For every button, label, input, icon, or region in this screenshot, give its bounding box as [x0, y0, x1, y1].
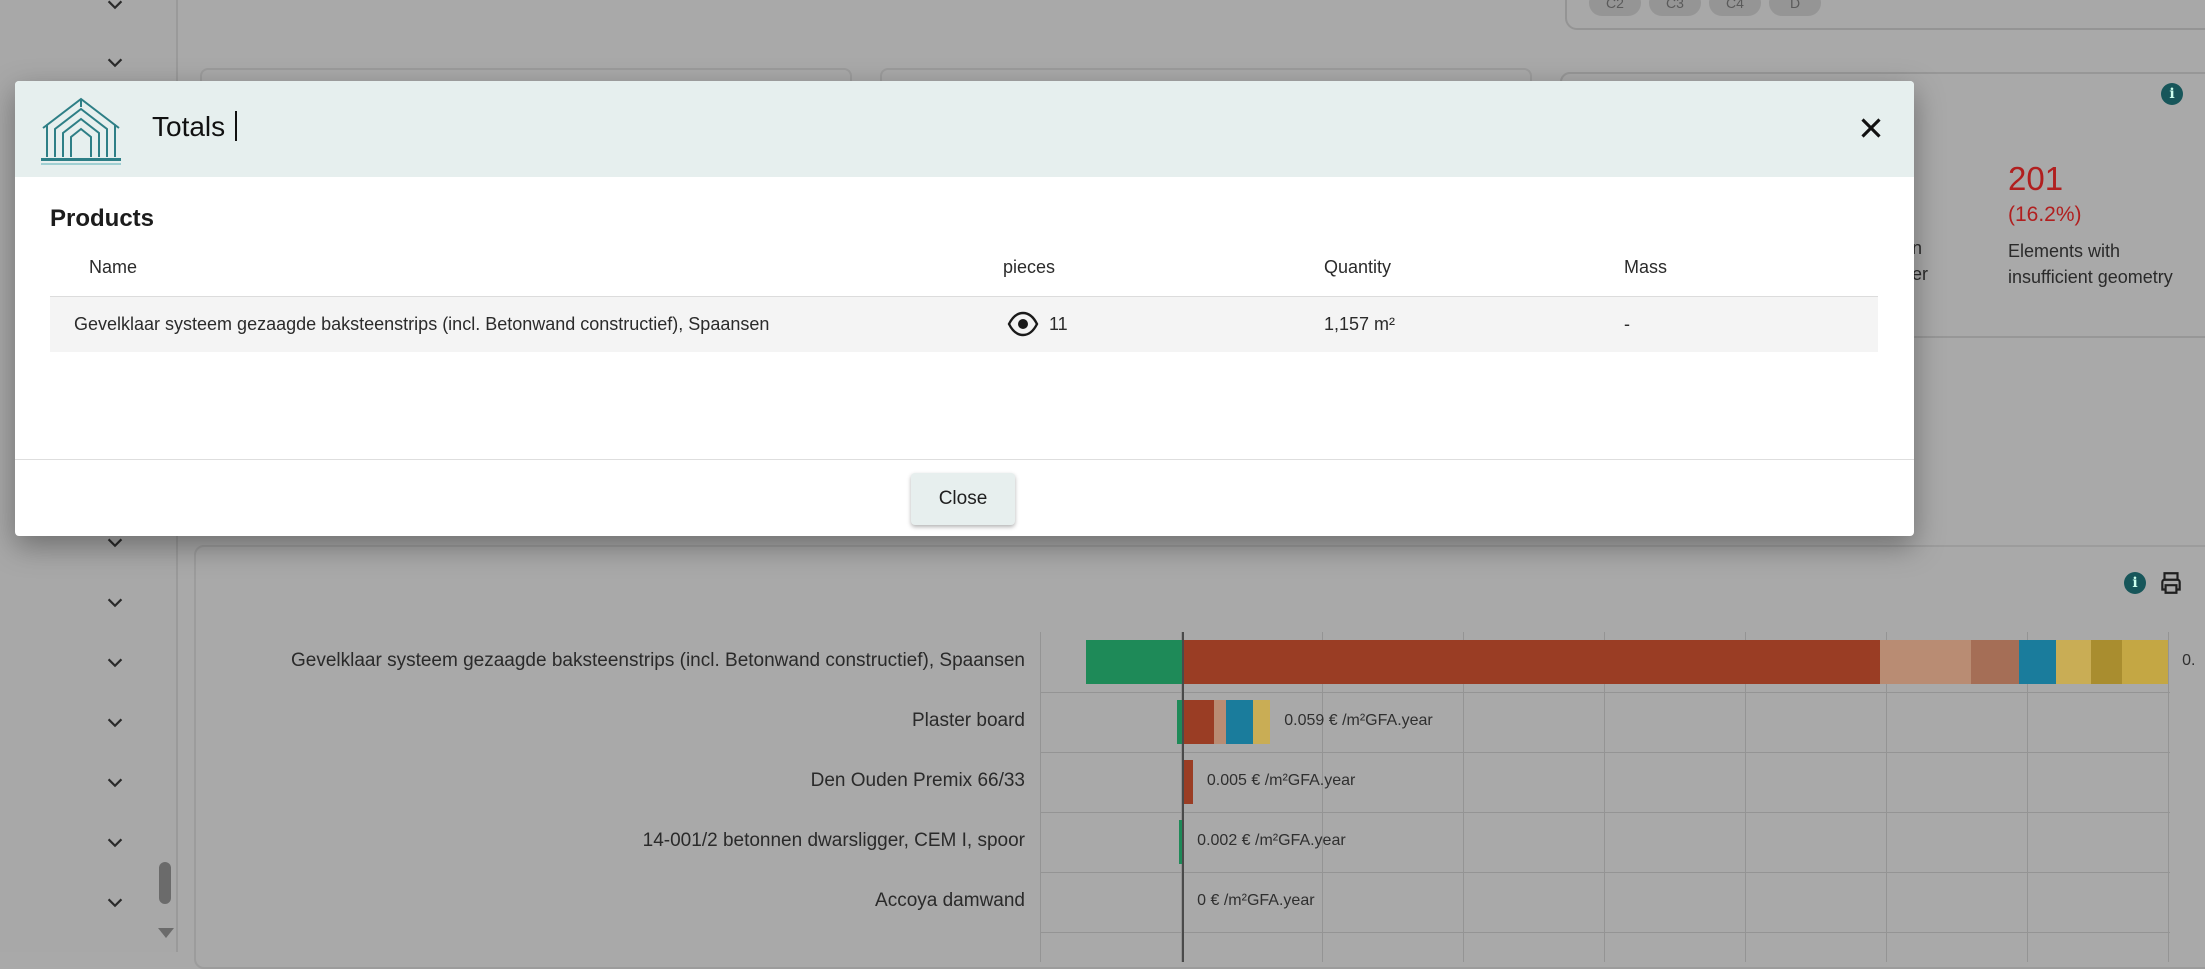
- chart-category-label: Plaster board: [911, 710, 1025, 731]
- filter-chip[interactable]: C4: [1709, 0, 1761, 16]
- chart-bar-segment[interactable]: [2019, 640, 2056, 684]
- column-header-quantity[interactable]: Quantity: [1324, 257, 1391, 278]
- chevron-down-icon[interactable]: [104, 712, 126, 734]
- table-row[interactable]: Gevelklaar systeem gezaagde baksteenstri…: [50, 297, 1878, 352]
- chart-bar-segment[interactable]: [1252, 700, 1271, 744]
- product-mass-cell: -: [1624, 314, 1630, 334]
- chart-bar-segment[interactable]: [2055, 640, 2091, 684]
- info-icon[interactable]: i: [2161, 83, 2183, 105]
- dialog-footer-divider: [15, 459, 1914, 460]
- chart-value-label: 0.002 € /m²GFA.year: [1197, 832, 1346, 849]
- insufficient-geometry-label: Elements with insufficient geometry: [2008, 241, 2173, 287]
- chart-category-label: Accoya damwand: [875, 890, 1025, 911]
- chart-category-label: 14-001/2 betonnen dwarsligger, CEM I, sp…: [642, 830, 1025, 851]
- insufficient-geometry-count: 201: [2008, 160, 2064, 197]
- grid-line-horizontal: [1040, 812, 2170, 813]
- dialog-header: Totals: [15, 81, 1914, 177]
- chart-value-label: 0.: [2182, 652, 2196, 669]
- chevron-down-icon[interactable]: [104, 772, 126, 794]
- product-name-cell: Gevelklaar systeem gezaagde baksteenstri…: [74, 314, 770, 334]
- chevron-down-icon[interactable]: [104, 892, 126, 914]
- grid-line-horizontal: [1040, 752, 2170, 753]
- filter-chip[interactable]: C3: [1649, 0, 1701, 16]
- info-icon[interactable]: i: [2124, 572, 2146, 594]
- grid-line-vertical: [2168, 632, 2169, 962]
- text-caret: [235, 111, 238, 141]
- chart-zero-line: [1182, 632, 1185, 962]
- chart-value-label: 0.059 € /m²GFA.year: [1284, 712, 1433, 729]
- chart-bar-segment[interactable]: [1183, 640, 1880, 684]
- dialog-title: Totals: [152, 111, 238, 143]
- grid-line-vertical: [1040, 632, 1041, 962]
- product-quantity-cell: 1,157 m²: [1324, 314, 1396, 334]
- close-button[interactable]: Close: [911, 473, 1015, 525]
- dialog-title-text: Totals: [152, 111, 226, 142]
- rail-scroll-down-arrow[interactable]: [158, 928, 174, 938]
- insufficient-geometry-percent: (16.2%): [2008, 203, 2082, 226]
- chevron-down-icon[interactable]: [104, 592, 126, 614]
- chart-value-label: 0.005 € /m²GFA.year: [1206, 772, 1356, 789]
- chart-bar-segment[interactable]: [1086, 640, 1184, 684]
- grid-line-horizontal: [1040, 692, 2170, 693]
- house-logo-icon: [39, 95, 123, 167]
- chart-bar-segment[interactable]: [1183, 760, 1193, 804]
- grid-line-horizontal: [1040, 932, 2170, 933]
- chart-bar-segment[interactable]: [1225, 700, 1253, 744]
- chart-bar-segment[interactable]: [1970, 640, 2020, 684]
- filter-chip-row: C2 C3 C4 D: [1565, 0, 2205, 30]
- print-icon[interactable]: [2157, 570, 2185, 596]
- column-header-mass[interactable]: Mass: [1624, 257, 1667, 278]
- column-header-name[interactable]: Name: [89, 257, 137, 278]
- totals-dialog: Totals Products Name pieces Quantity Mas…: [15, 81, 1914, 536]
- chevron-down-icon[interactable]: [104, 832, 126, 854]
- stat-label-fragment: er: [1912, 264, 1929, 284]
- chart-value-label: 0 € /m²GFA.year: [1197, 892, 1315, 909]
- chevron-down-icon[interactable]: [104, 0, 126, 16]
- chevron-down-icon[interactable]: [104, 52, 126, 74]
- filter-chip[interactable]: D: [1769, 0, 1821, 16]
- cost-chart-plot: 0. 0.059 € /m²GFA.year 0.005 € /m²GFA.year…: [1040, 632, 2195, 962]
- rail-scrollbar-thumb[interactable]: [159, 862, 171, 904]
- close-icon[interactable]: [1854, 111, 1888, 145]
- column-header-pieces[interactable]: pieces: [1003, 257, 1055, 278]
- chart-category-label: Den Ouden Premix 66/33: [810, 770, 1025, 791]
- chart-bar-segment[interactable]: [1183, 700, 1215, 744]
- chart-bar-segment[interactable]: [2090, 640, 2122, 684]
- chart-bar-segment[interactable]: [2121, 640, 2169, 684]
- filter-chip[interactable]: C2: [1589, 0, 1641, 16]
- chart-bar-segment[interactable]: [1214, 700, 1226, 744]
- chart-bar-segment[interactable]: [1879, 640, 1971, 684]
- product-pieces-cell: 11: [1049, 314, 1068, 334]
- eye-icon[interactable]: [1007, 311, 1039, 337]
- grid-line-horizontal: [1040, 872, 2170, 873]
- chevron-down-icon[interactable]: [104, 652, 126, 674]
- chart-category-label: Gevelklaar systeem gezaagde baksteenstri…: [290, 650, 1025, 671]
- products-section-title: Products: [50, 205, 155, 232]
